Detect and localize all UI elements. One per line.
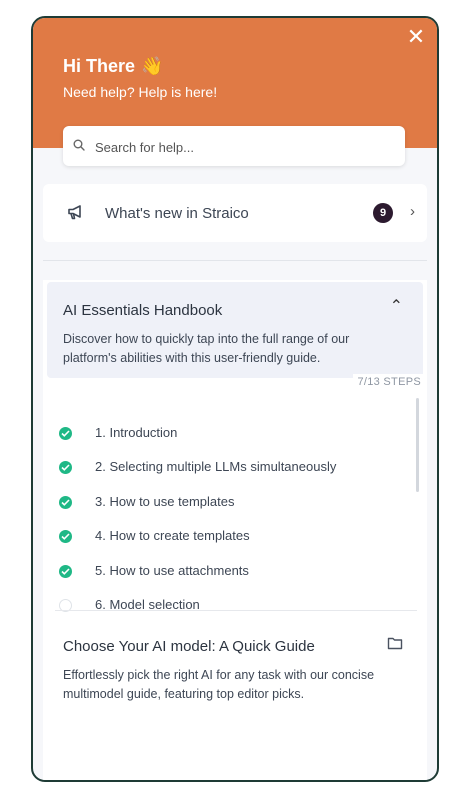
handbook-description: Discover how to quickly tap into the ful… <box>63 332 350 365</box>
close-icon[interactable]: ✕ <box>405 26 427 48</box>
task-label: 5. How to use attachments <box>95 563 249 578</box>
divider <box>43 260 427 261</box>
content-panel: AI Essentials Handbook ⌃ Discover how to… <box>43 280 427 780</box>
chevron-up-icon[interactable]: ⌃ <box>390 296 403 316</box>
check-icon <box>59 427 72 440</box>
whats-new-label: What's new in Straico <box>105 205 249 222</box>
check-icon <box>59 461 72 474</box>
chevron-right-icon: › <box>410 203 415 220</box>
whats-new-item[interactable]: What's new in Straico 9 › <box>43 184 427 242</box>
task-label: 3. How to use templates <box>95 494 235 509</box>
help-widget: ✕ Hi There👋 Need help? Help is here! Wha… <box>31 16 439 782</box>
task-label: 2. Selecting multiple LLMs simultaneousl… <box>95 459 337 474</box>
check-icon <box>59 530 72 543</box>
folder-icon <box>387 637 403 650</box>
search-box[interactable] <box>63 126 409 168</box>
guide-title[interactable]: Choose Your AI model: A Quick Guide <box>63 638 315 655</box>
search-icon <box>73 139 85 151</box>
task-list-scrollbar[interactable] <box>416 398 419 492</box>
wave-icon: 👋 <box>141 56 164 76</box>
megaphone-icon <box>68 205 81 220</box>
header-subtitle: Need help? Help is here! <box>63 84 218 100</box>
handbook-header[interactable]: AI Essentials Handbook ⌃ Discover how to… <box>47 282 423 378</box>
task-label: 4. How to create templates <box>95 528 250 543</box>
greeting-text: Hi There <box>63 56 136 76</box>
task-label: 1. Introduction <box>95 425 178 440</box>
steps-progress: 7/13 STEPS <box>353 374 425 390</box>
whats-new-count-badge: 9 <box>373 203 393 223</box>
greeting: Hi There 👋 <box>63 56 163 77</box>
check-icon <box>59 565 72 578</box>
search-input[interactable] <box>93 126 409 168</box>
check-icon <box>59 496 72 509</box>
handbook-title: AI Essentials Handbook <box>63 302 223 319</box>
guide-description: Effortlessly pick the right AI for any t… <box>63 668 375 701</box>
section-divider <box>55 610 417 611</box>
